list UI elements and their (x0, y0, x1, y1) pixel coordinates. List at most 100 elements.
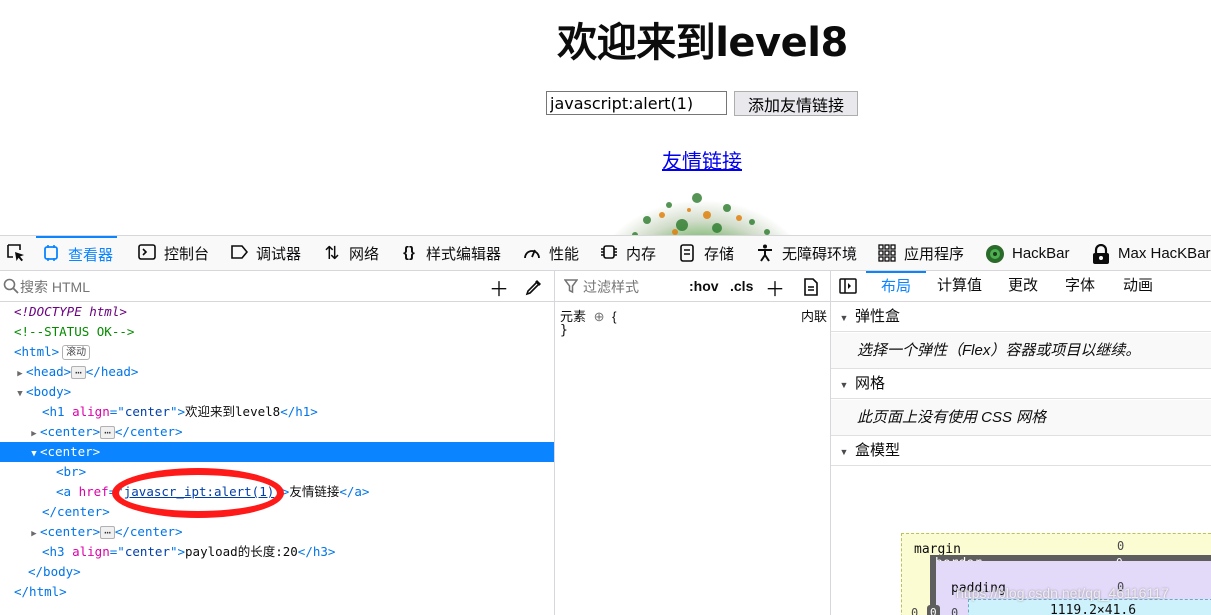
add-node-button[interactable]: ＋ (487, 275, 511, 301)
annotation-circle (112, 468, 284, 518)
filter-icon (563, 278, 579, 299)
tree-node-html[interactable]: <html> 滚动 (0, 342, 554, 362)
filter-styles-input[interactable] (583, 276, 703, 298)
collapsed-content[interactable]: ⋯ (100, 426, 115, 439)
watermark-text: https://blog.csdn.net/qq_46116117 (956, 585, 1169, 601)
accessibility-icon (754, 244, 776, 262)
collapse-arrow-icon[interactable]: ▼ (14, 384, 26, 404)
tab-performance[interactable]: 性能 (517, 236, 583, 270)
sidebar-tabbar: 布局 计算值 更改 字体 动画 (831, 271, 1211, 302)
tab-memory[interactable]: 内存 (594, 236, 660, 270)
sidebar-tab-changes[interactable]: 更改 (1008, 271, 1038, 301)
tab-hackbar[interactable]: HackBar (980, 236, 1074, 270)
open-brace: { (612, 309, 617, 324)
tab-accessibility[interactable]: 无障碍环境 (750, 236, 861, 270)
memory-icon (598, 244, 620, 262)
collapse-arrow-icon: ▼ (839, 313, 849, 323)
node-icon[interactable]: ⊕ (594, 309, 605, 325)
sidebar-tab-fonts[interactable]: 字体 (1065, 271, 1095, 301)
expand-arrow-icon[interactable]: ▶ (28, 524, 40, 544)
tree-node-comment[interactable]: <!--STATUS OK--> (0, 322, 554, 342)
element-picker-button[interactable] (0, 236, 32, 270)
console-icon (136, 244, 158, 262)
element-selector: 元素 (560, 309, 587, 324)
document-icon (804, 278, 818, 296)
tree-node-center-2[interactable]: ▶ <center> ⋯ </center> (0, 522, 554, 544)
sidebar-tab-animations[interactable]: 动画 (1123, 271, 1153, 301)
tab-style-editor[interactable]: {} 样式编辑器 (394, 236, 505, 270)
add-rule-button[interactable]: ＋ (763, 275, 787, 301)
sidebar-tab-layout[interactable]: 布局 (866, 271, 927, 301)
margin-left-value[interactable]: 0 (911, 606, 918, 615)
margin-top-value[interactable]: 0 (1117, 539, 1124, 553)
max-hackbar-icon (1090, 243, 1112, 264)
tree-node-center-1[interactable]: ▶ <center> ⋯ </center> (0, 422, 554, 444)
color-picker-button[interactable] (522, 275, 546, 299)
link-input[interactable] (546, 91, 727, 115)
sidebar-tab-computed[interactable]: 计算值 (937, 271, 982, 301)
tab-console[interactable]: 控制台 (132, 236, 213, 270)
tab-network[interactable]: ⇅ 网络 (317, 236, 383, 270)
expand-arrow-icon[interactable]: ▶ (14, 364, 26, 384)
content-size[interactable]: 1119.2×41.6 (968, 599, 1211, 615)
markup-toolbar: ＋ (0, 271, 554, 302)
boxmodel-section-header[interactable]: ▼ 盒模型 (831, 436, 1211, 466)
tree-node-h1[interactable]: <h1 align="center">欢迎来到level8</h1> (0, 402, 554, 422)
debugger-icon (228, 244, 250, 262)
decorative-image (610, 172, 794, 235)
web-page: 欢迎来到level8 添加友情链接 友情链接 (0, 0, 1211, 235)
collapse-arrow-icon: ▼ (839, 380, 849, 390)
tab-inspector[interactable]: 查看器 (36, 236, 118, 270)
grid-section-header[interactable]: ▼ 网格 (831, 369, 1211, 399)
inspector-icon (40, 245, 62, 263)
rules-view: :hov .cls ＋ 元素 ⊕ { 内联 } (555, 271, 831, 615)
page-heading: 欢迎来到level8 (557, 20, 848, 66)
flexbox-message: 选择一个弹性（Flex）容器或项目以继续。 (831, 333, 1211, 369)
html-search-input[interactable] (20, 276, 475, 298)
browser-window: 欢迎来到level8 添加友情链接 友情链接 (0, 0, 1211, 615)
collapse-arrow-icon: ▼ (839, 447, 849, 457)
eyedropper-icon (525, 280, 541, 296)
print-simulation-button[interactable] (799, 275, 823, 299)
rule-source[interactable]: 内联 (801, 306, 827, 325)
flexbox-section-header[interactable]: ▼ 弹性盒 (831, 302, 1211, 332)
border-left-value[interactable]: 0 (927, 605, 940, 615)
tree-node-html-close[interactable]: </html> (0, 582, 554, 602)
close-brace: } (560, 323, 568, 338)
plus-icon: ＋ (765, 278, 785, 301)
pick-element-icon (7, 244, 24, 262)
application-icon (876, 244, 898, 262)
devtools-tabbar: 查看器 控制台 调试器 ⇅ 网络 {} 样式编辑器 性能 内存 存储 无障碍环境… (0, 236, 1211, 271)
tab-debugger[interactable]: 调试器 (224, 236, 305, 270)
add-link-button[interactable]: 添加友情链接 (734, 91, 858, 116)
scroll-badge[interactable]: 滚动 (62, 345, 91, 360)
tree-node-body-close[interactable]: </body> (0, 562, 554, 582)
tab-max-hackbar[interactable]: Max HacKBar (1086, 236, 1211, 270)
tree-node-body[interactable]: ▼ <body> (0, 382, 554, 404)
expand-arrow-icon[interactable]: ▶ (28, 424, 40, 444)
storage-icon (676, 244, 698, 262)
hover-state-toggle[interactable]: :hov (689, 278, 719, 294)
collapsed-content[interactable]: ⋯ (100, 526, 115, 539)
tree-node-h3[interactable]: <h3 align="center">payload的长度:20</h3> (0, 542, 554, 562)
tree-node-head[interactable]: ▶ <head> ⋯ </head> (0, 362, 554, 384)
style-editor-icon: {} (403, 244, 415, 261)
markup-tree: <!DOCTYPE html> <!--STATUS OK--> <html> 滚… (0, 302, 554, 615)
collapsed-content[interactable]: ⋯ (71, 366, 86, 379)
tab-application[interactable]: 应用程序 (872, 236, 968, 270)
tree-node-center-selected[interactable]: ▼ <center> (0, 442, 554, 464)
rules-toolbar: :hov .cls ＋ (555, 271, 830, 302)
class-toggle[interactable]: .cls (730, 278, 753, 294)
tree-node-center-close[interactable]: </center> (0, 502, 554, 522)
tab-storage[interactable]: 存储 (672, 236, 738, 270)
network-icon: ⇅ (324, 243, 340, 263)
collapse-arrow-icon[interactable]: ▼ (28, 444, 40, 464)
performance-icon (521, 244, 543, 262)
toggle-sidebar-icon[interactable] (839, 278, 857, 299)
tree-node-doctype[interactable]: <!DOCTYPE html> (0, 302, 554, 322)
padding-left-value[interactable]: 0 (951, 606, 958, 615)
tree-node-br[interactable]: <br> (0, 462, 554, 482)
hackbar-icon (984, 244, 1006, 263)
devtools-panel: 查看器 控制台 调试器 ⇅ 网络 {} 样式编辑器 性能 内存 存储 无障碍环境… (0, 235, 1211, 615)
search-icon (3, 278, 19, 299)
